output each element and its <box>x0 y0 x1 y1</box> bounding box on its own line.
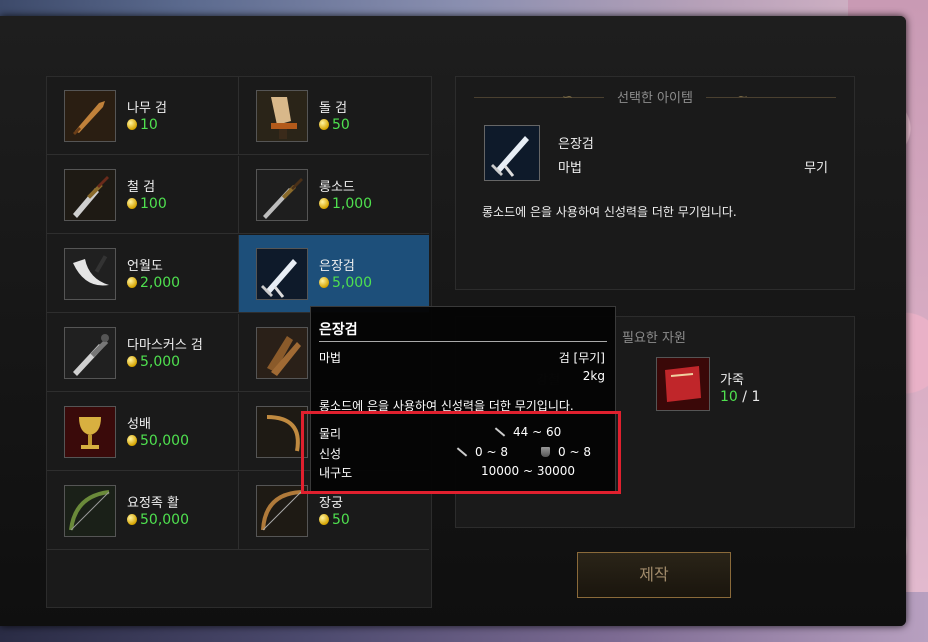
coin-icon <box>127 356 137 367</box>
tooltip-weight: 2kg <box>582 369 605 383</box>
item-type: 마법 <box>558 161 582 176</box>
item-cell[interactable]: 돌 검 50 <box>238 77 429 155</box>
item-name: 요정족 활 <box>127 496 179 511</box>
item-name: 장궁 <box>319 496 343 511</box>
coin-icon <box>127 277 137 288</box>
coin-icon <box>319 277 329 288</box>
item-price: 5,000 <box>319 275 372 291</box>
damascus-sword-icon <box>64 327 116 379</box>
coin-icon <box>319 119 329 130</box>
material-name: 가죽 <box>720 373 744 388</box>
coin-icon <box>319 514 329 525</box>
item-cell-selected[interactable]: 은장검 5,000 <box>238 235 429 313</box>
ornament-divider <box>706 97 836 98</box>
item-price: 50 <box>319 117 350 133</box>
item-cell[interactable]: 나무 검 10 <box>47 77 238 155</box>
crescent-blade-icon <box>64 248 116 300</box>
longsword-icon <box>256 169 308 221</box>
selected-item-panel: ∽ 선택한 아이템 ∼ 은장검 마법 무기 롱소드에 은을 사용하여 신성력을 … <box>455 76 855 290</box>
item-kind: 무기 <box>804 161 828 176</box>
item-name: 롱소드 <box>319 180 355 195</box>
item-cell[interactable]: 요정족 활 50,000 <box>47 472 238 550</box>
iron-sword-icon <box>64 169 116 221</box>
item-cell[interactable]: 롱소드 1,000 <box>238 156 429 234</box>
item-price: 50,000 <box>127 433 189 449</box>
fairy-bow-icon <box>64 485 116 537</box>
leather-icon[interactable] <box>656 357 710 411</box>
panel-title: 필요한 자원 <box>622 331 686 346</box>
highlight-box <box>301 411 621 494</box>
item-name: 은장검 <box>558 137 594 152</box>
item-price: 50,000 <box>127 512 189 528</box>
item-name: 은장검 <box>319 259 355 274</box>
silver-sword-icon <box>256 248 308 300</box>
item-cell[interactable]: 성배 50,000 <box>47 393 238 471</box>
item-name: 나무 검 <box>127 101 168 116</box>
item-cell[interactable]: 다마스커스 검 5,000 <box>47 314 238 392</box>
wood-sword-icon <box>64 90 116 142</box>
stone-sword-icon <box>256 90 308 142</box>
item-price: 2,000 <box>127 275 180 291</box>
coin-icon <box>127 119 137 130</box>
silver-sword-icon <box>484 125 540 181</box>
item-price: 5,000 <box>127 354 180 370</box>
craft-button[interactable]: 제작 <box>577 552 731 598</box>
item-cell[interactable]: 언월도 2,000 <box>47 235 238 313</box>
bundle-icon <box>256 327 308 379</box>
item-price: 100 <box>127 196 167 212</box>
tooltip-type: 마법 <box>319 351 342 365</box>
coin-icon <box>127 514 137 525</box>
item-name: 다마스커스 검 <box>127 338 203 353</box>
item-name: 돌 검 <box>319 101 348 116</box>
material-count: 10 / 1 <box>720 389 761 405</box>
item-description: 롱소드에 은을 사용하여 신성력을 더한 무기입니다. <box>482 205 737 219</box>
item-price: 1,000 <box>319 196 372 212</box>
tooltip-kind: 검 [무기] <box>558 351 605 365</box>
item-name: 언월도 <box>127 259 163 274</box>
item-cell[interactable]: 철 검 100 <box>47 156 238 234</box>
coin-icon <box>319 198 329 209</box>
coin-icon <box>127 435 137 446</box>
item-price: 10 <box>127 117 158 133</box>
item-name: 철 검 <box>127 180 156 195</box>
tooltip-title: 은장검 <box>319 322 358 338</box>
grail-icon <box>64 406 116 458</box>
tooltip-divider <box>319 341 607 342</box>
coin-icon <box>127 198 137 209</box>
item-price: 50 <box>319 512 350 528</box>
item-name: 성배 <box>127 417 151 432</box>
